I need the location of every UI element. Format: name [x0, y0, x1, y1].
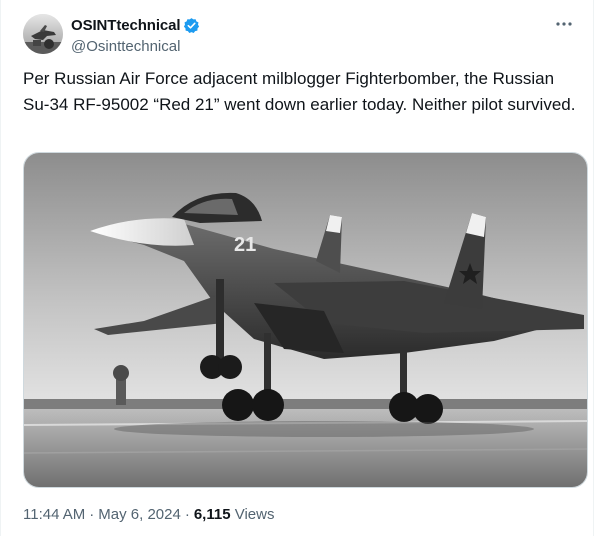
tweet-time[interactable]: 11:44 AM	[23, 506, 85, 523]
author-info: OSINTtechnical @Osinttechnical	[71, 16, 200, 55]
author-display-name[interactable]: OSINTtechnical	[71, 17, 181, 34]
author-avatar[interactable]	[23, 14, 63, 54]
tweet-card: OSINTtechnical @Osinttechnical Per Russi…	[0, 0, 594, 536]
meta-separator-2: ·	[184, 506, 190, 523]
tweet-date[interactable]: May 6, 2024	[98, 506, 181, 523]
tweet-header: OSINTtechnical @Osinttechnical	[23, 14, 577, 58]
more-dots-icon[interactable]	[551, 14, 577, 34]
tweet-meta: 11:44 AM · May 6, 2024 · 6,115 Views	[23, 506, 274, 523]
tweet-text: Per Russian Air Force adjacent milblogge…	[23, 69, 576, 114]
views-count[interactable]: 6,115	[194, 506, 231, 523]
aircraft-number: 21	[234, 234, 256, 256]
tweet-photo[interactable]: 21	[23, 152, 588, 488]
author-handle[interactable]: @Osinttechnical	[71, 38, 200, 55]
verified-badge-icon	[183, 17, 200, 34]
meta-separator: ·	[89, 506, 95, 523]
views-label: Views	[234, 506, 275, 523]
